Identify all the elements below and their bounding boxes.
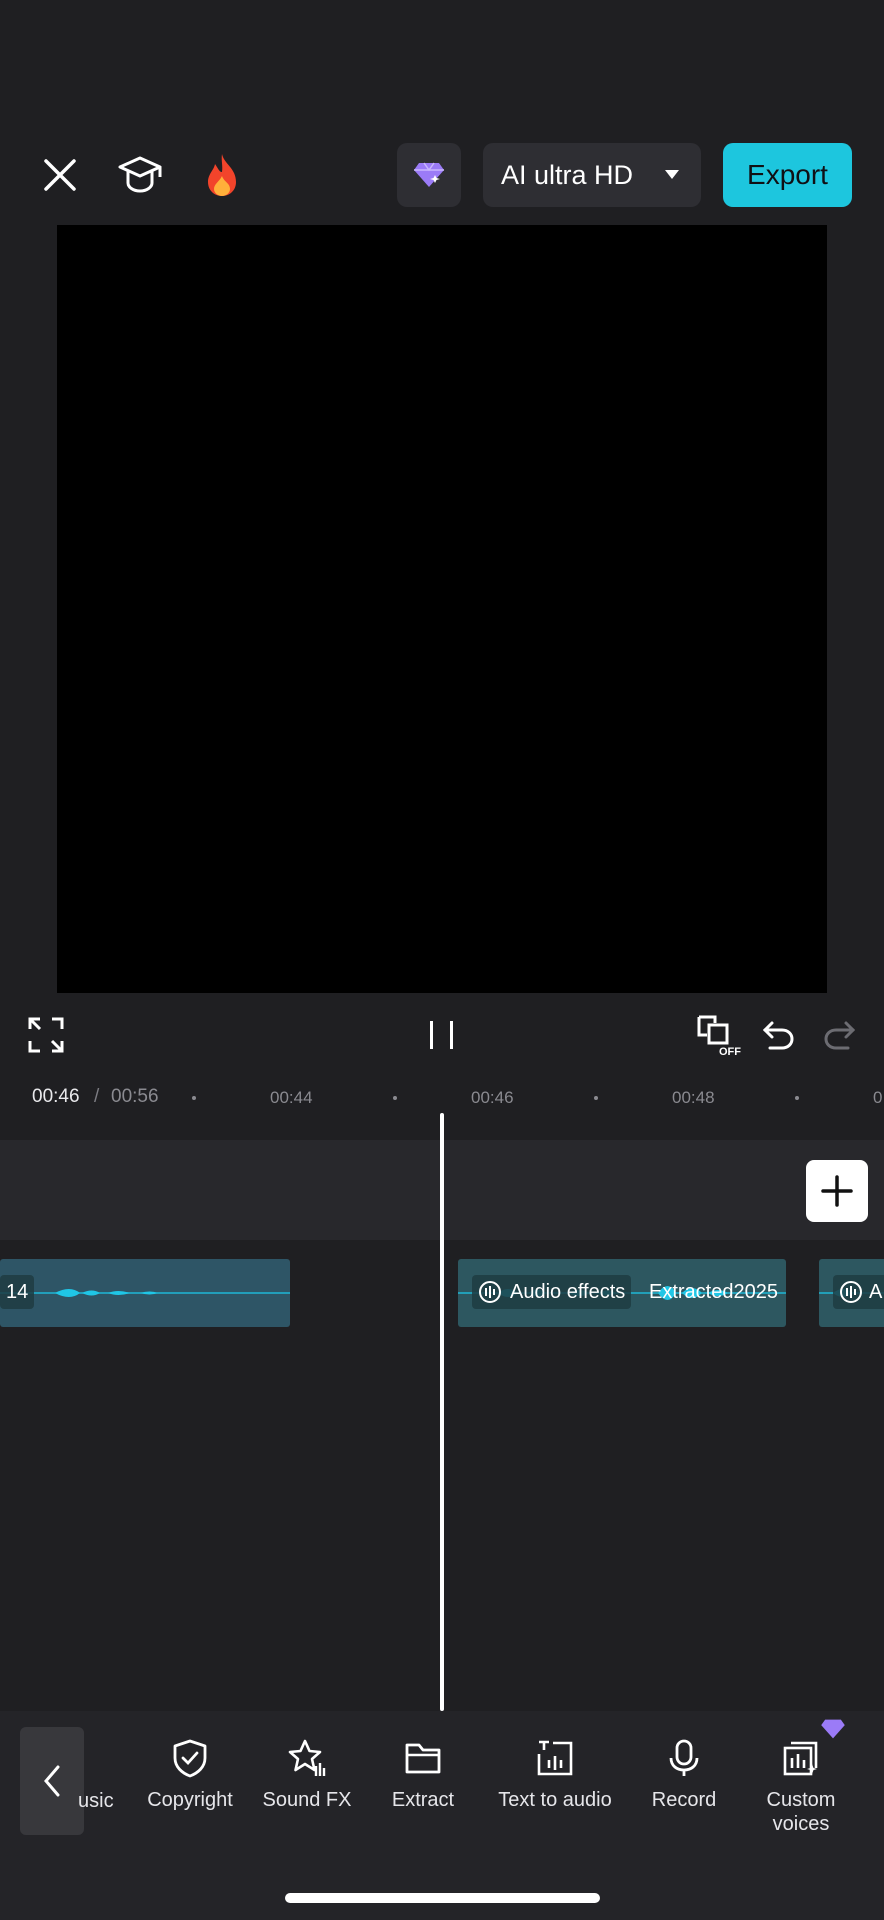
quality-label: AI ultra HD [501, 159, 634, 190]
tool-sound-fx[interactable]: Sound FX [247, 1738, 367, 1812]
audio-clip[interactable]: 14 [0, 1259, 290, 1327]
waveform [0, 1289, 290, 1297]
shield-check-icon [173, 1739, 207, 1778]
tool-text-to-audio[interactable]: Text to audio [495, 1738, 615, 1812]
audio-effects-icon [840, 1281, 862, 1303]
ruler-tick: 00:46 [471, 1088, 514, 1107]
current-time: 00:46 [32, 1086, 80, 1107]
tool-extract[interactable]: Extract [363, 1738, 483, 1812]
audio-effects-chip: Audio effects [472, 1275, 632, 1309]
tool-label: Text to audio [498, 1789, 612, 1811]
tool-label: Record [651, 1789, 717, 1811]
tool-label: Sound FX [262, 1789, 352, 1811]
tool-copyright[interactable]: Copyright [130, 1738, 250, 1812]
fire-icon[interactable] [192, 145, 252, 205]
gem-icon [414, 162, 444, 187]
tool-label: Extract [391, 1789, 455, 1811]
audio-effects-icon [479, 1281, 501, 1303]
microphone-icon [669, 1739, 699, 1776]
undo-icon[interactable] [760, 1017, 796, 1053]
video-preview[interactable] [57, 225, 827, 993]
total-time: 00:56 [111, 1086, 159, 1107]
add-clip-button[interactable] [806, 1160, 868, 1222]
ruler-dot [393, 1096, 397, 1100]
chevron-left-icon [44, 1765, 60, 1797]
ruler-dot [192, 1096, 196, 1100]
keyframe-off-icon[interactable]: OFF [693, 1013, 743, 1058]
tool-custom-voices[interactable]: Custom voices [741, 1738, 861, 1836]
premium-gem-icon [821, 1719, 845, 1739]
quality-dropdown[interactable]: AI ultra HD [483, 143, 701, 207]
ruler-tick: 00:44 [270, 1088, 313, 1107]
playhead[interactable] [440, 1113, 444, 1711]
audio-clip[interactable]: A [819, 1259, 884, 1327]
svg-text:OFF: OFF [719, 1046, 741, 1057]
ruler-tick: 0 [873, 1088, 883, 1107]
plus-icon [821, 1175, 853, 1207]
ruler-dot [594, 1096, 598, 1100]
audio-effects-chip: A [833, 1275, 884, 1309]
star-sound-icon [288, 1739, 326, 1776]
back-button[interactable] [20, 1727, 84, 1835]
tool-label: Custom voices [766, 1789, 836, 1835]
fullscreen-icon[interactable] [26, 1015, 66, 1055]
export-button[interactable]: Export [723, 143, 852, 207]
audio-effects-label: Audio effects [510, 1280, 626, 1303]
folder-icon [405, 1743, 441, 1774]
pause-icon[interactable] [424, 1017, 460, 1053]
audio-clip-audio-effects[interactable]: Audio effects Extracted2025 [458, 1259, 786, 1327]
time-separator: / [94, 1086, 100, 1107]
tool-music-label[interactable]: usic [78, 1790, 126, 1813]
tool-record[interactable]: Record [624, 1738, 744, 1812]
custom-voice-icon [783, 1741, 818, 1776]
redo-icon[interactable] [822, 1017, 858, 1053]
ruler-dot [795, 1096, 799, 1100]
ruler-tick: 00:48 [672, 1088, 715, 1107]
clip-label: 14 [0, 1275, 35, 1309]
tool-label: Copyright [147, 1789, 233, 1811]
close-icon[interactable] [30, 145, 90, 205]
text-audio-icon [537, 1740, 573, 1776]
clip-name: Extracted2025 [649, 1280, 778, 1303]
home-indicator [285, 1893, 600, 1903]
graduation-cap-icon[interactable] [110, 145, 170, 205]
clip-label: A [869, 1280, 883, 1303]
premium-gem-button[interactable] [397, 143, 461, 207]
chevron-down-icon [665, 170, 679, 179]
